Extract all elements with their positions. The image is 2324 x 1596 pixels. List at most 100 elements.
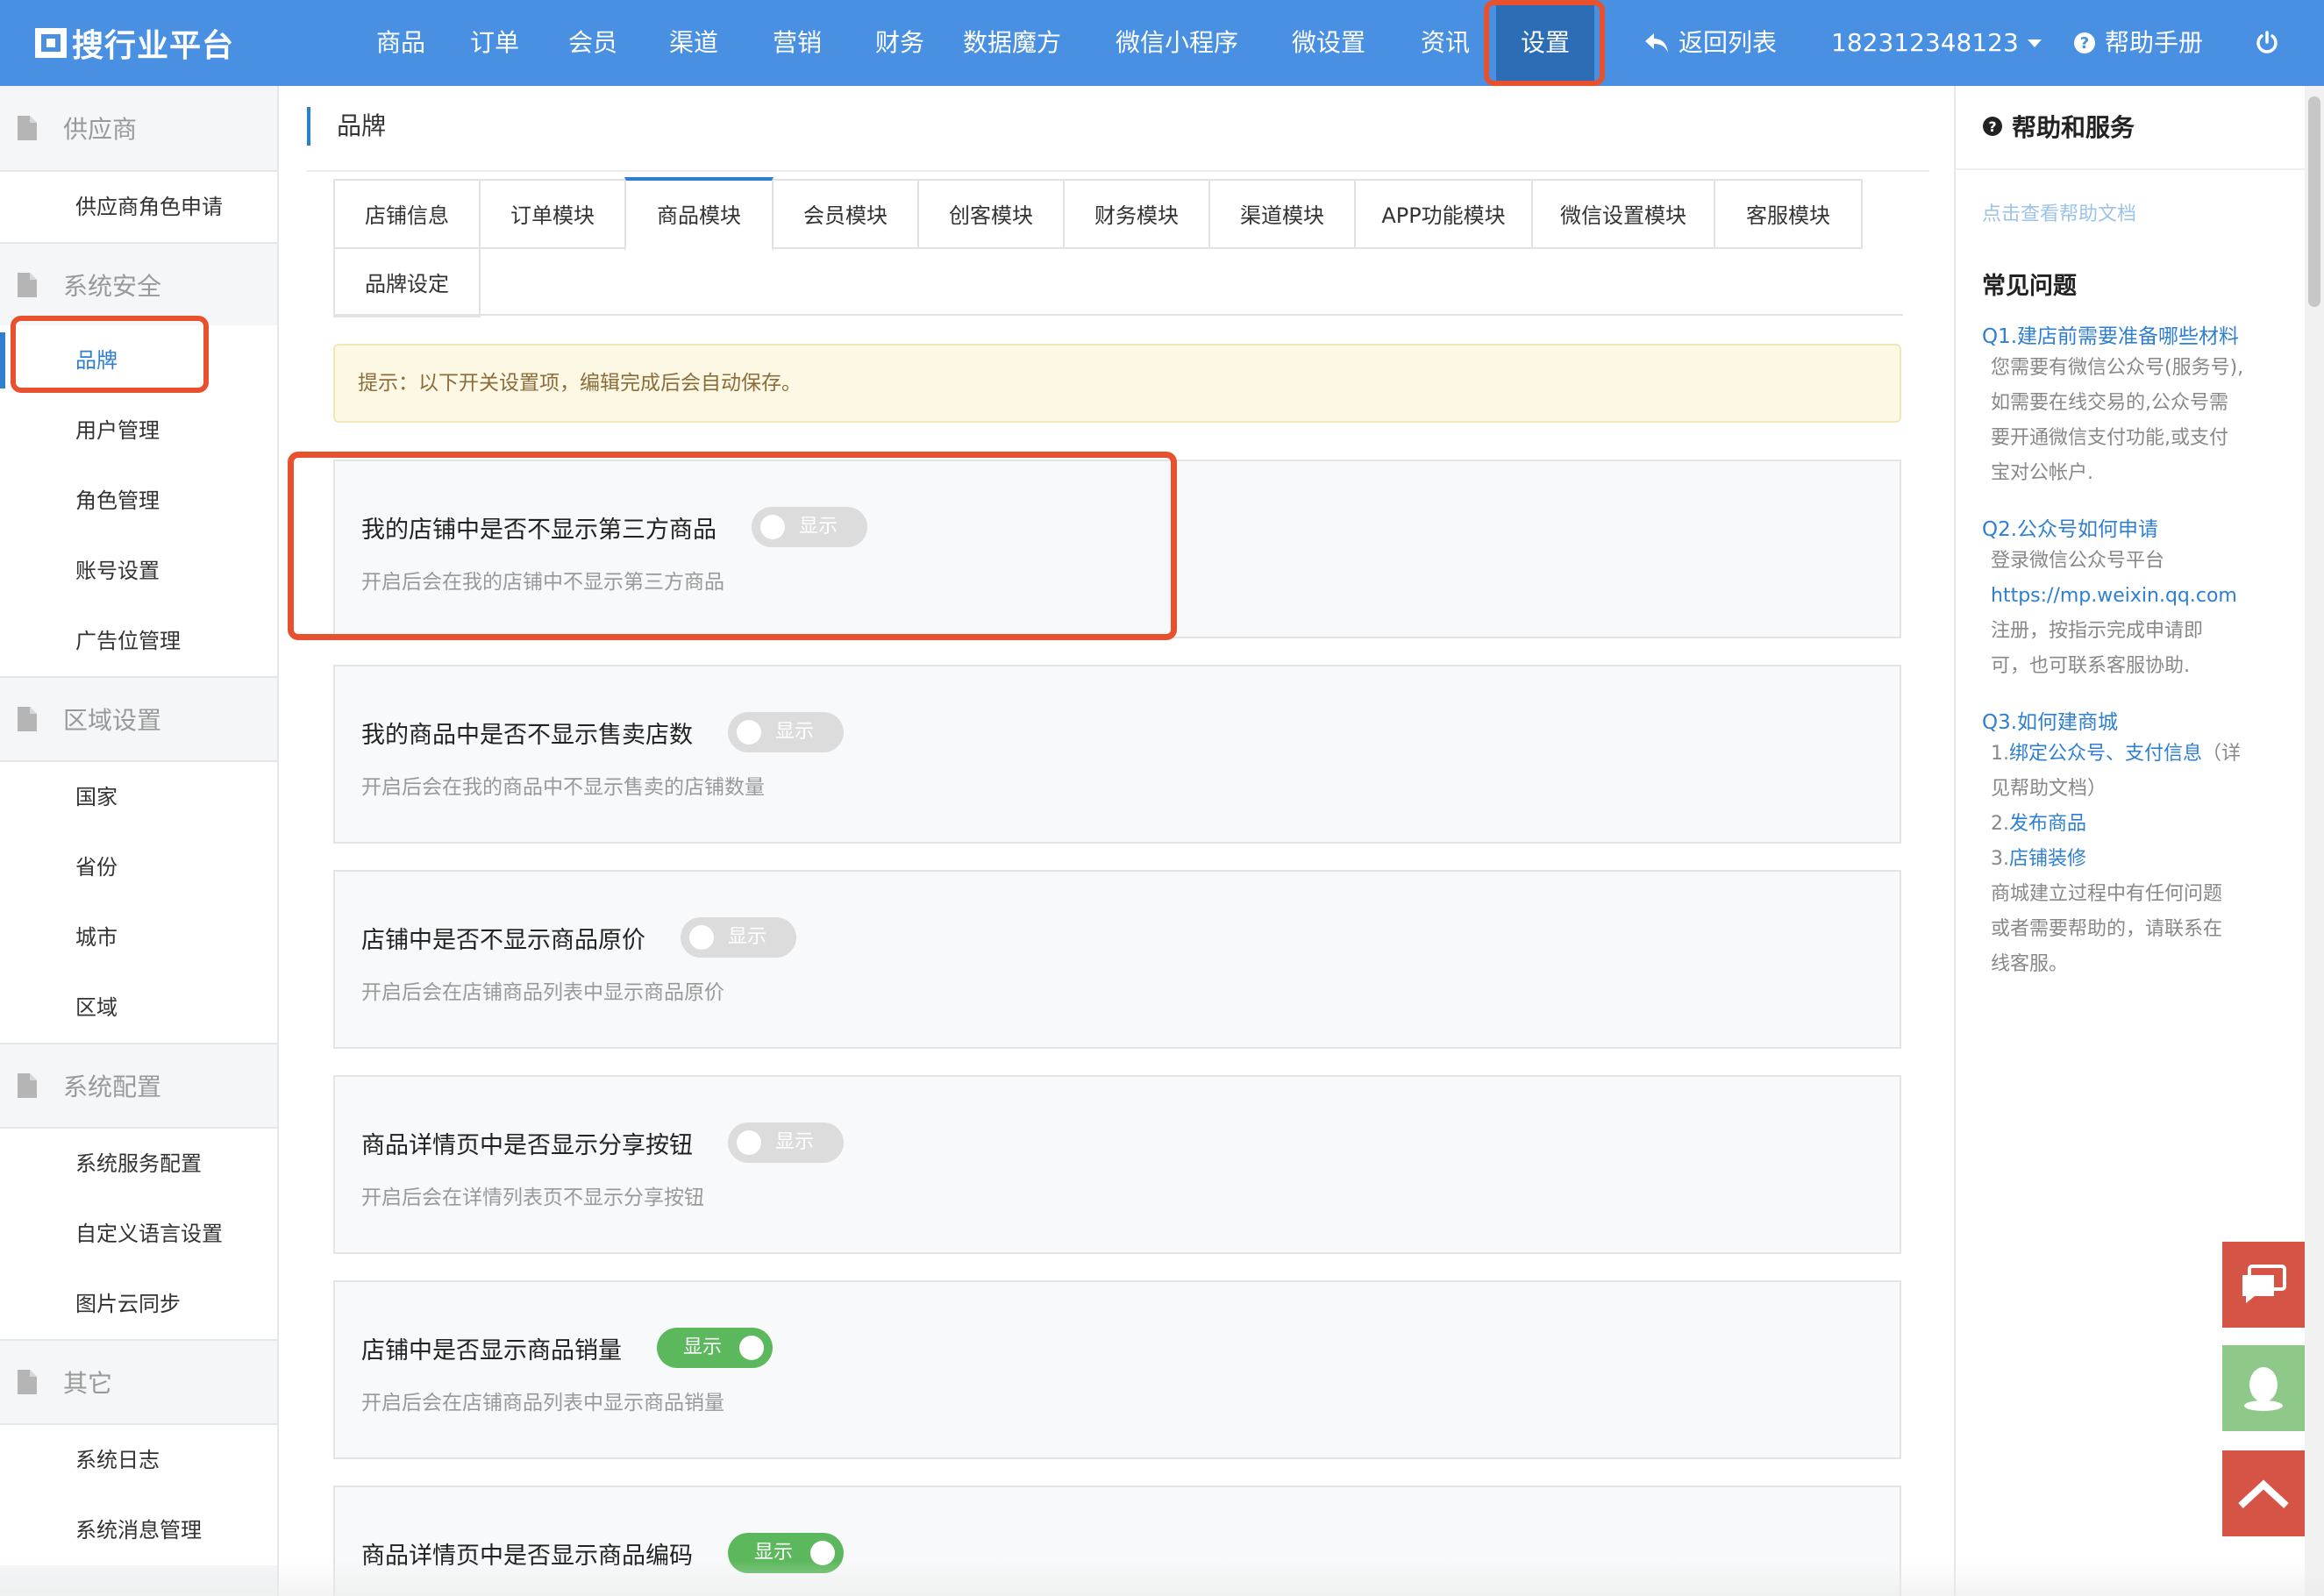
module-tabs: 店铺信息 订单模块 商品模块 会员模块 创客模块 财务模块 渠道模块 APP功能… [333, 177, 1903, 317]
faq-answer-line: 或者需要帮助的，请联系在 [1991, 918, 2223, 940]
document-icon [18, 273, 37, 297]
faq-question-3[interactable]: Q3.如何建商城 [1982, 705, 2118, 735]
setting-title: 我的商品中是否不显示售卖店数 [361, 721, 693, 749]
sidebar-section-title: 供应商 [63, 115, 138, 144]
faq-answer-line: 商城建立过程中有任何问题 [1991, 883, 2223, 905]
tab-channel-module[interactable]: 渠道模块 [1208, 179, 1356, 249]
sidebar-section-supplier[interactable]: 供应商 [0, 86, 279, 172]
sidebar-item-supplier-role-apply[interactable]: 供应商角色申请 [0, 172, 277, 242]
faq-heading: 常见问题 [1982, 273, 2077, 300]
toggle-switch[interactable]: 显示 [681, 917, 796, 958]
sidebar-item-custom-language[interactable]: 自定义语言设置 [0, 1199, 277, 1269]
toggle-label: 显示 [775, 721, 815, 743]
tab-store-info[interactable]: 店铺信息 [333, 179, 481, 249]
autosave-tip: 提示：以下开关设置项，编辑完成后会自动保存。 [333, 344, 1901, 423]
sidebar-item-image-cloud-sync[interactable]: 图片云同步 [0, 1269, 277, 1339]
top-nav-bar: 搜行业平台 商品 订单 会员 渠道 营销 财务 数据魔方 微信小程序 微设置 资… [0, 0, 2324, 86]
reply-arrow-icon [1645, 33, 1668, 53]
toggle-switch[interactable]: 显示 [728, 712, 844, 752]
tab-maker-module[interactable]: 创客模块 [917, 179, 1065, 249]
step-number: 2. [1991, 813, 2009, 835]
nav-item-micro-settings[interactable]: 微设置 [1282, 0, 1375, 86]
setting-description: 开启后会在我的商品中不显示售卖的店铺数量 [361, 776, 765, 799]
setting-title: 店铺中是否显示商品销量 [361, 1336, 622, 1364]
scrollbar-thumb[interactable] [2308, 96, 2320, 307]
nav-item-news[interactable]: 资讯 [1401, 0, 1489, 86]
tab-customer-service-module[interactable]: 客服模块 [1714, 179, 1863, 249]
divider [1956, 168, 2306, 170]
faq-answer-line: 见帮助文档） [1991, 778, 2107, 800]
sidebar-item-system-messages[interactable]: 系统消息管理 [0, 1495, 277, 1565]
sidebar-item-ad-slot-management[interactable]: 广告位管理 [0, 606, 277, 676]
setting-title: 店铺中是否不显示商品原价 [361, 926, 645, 954]
help-manual-label: 帮助手册 [2105, 28, 2204, 57]
page-title: 品牌 [307, 107, 386, 146]
sidebar-item-system-service-config[interactable]: 系统服务配置 [0, 1129, 277, 1199]
nav-item-orders[interactable]: 订单 [442, 0, 547, 86]
tab-brand-settings[interactable]: 品牌设定 [333, 247, 481, 317]
nav-item-channels[interactable]: 渠道 [645, 0, 743, 86]
step-number: 1. [1991, 743, 2009, 765]
sidebar-item-role-management[interactable]: 角色管理 [0, 466, 277, 536]
scrollbar-track[interactable] [2305, 86, 2324, 1596]
sidebar-item-country[interactable]: 国家 [0, 762, 277, 832]
faq-question-1[interactable]: Q1.建店前需要准备哪些材料 [1982, 319, 2239, 349]
sidebar-section-region-settings[interactable]: 区域设置 [0, 676, 279, 762]
faq-answer-1: 您需要有微信公众号(服务号), 如需要在线交易的,公众号需 要开通微信支付功能,… [1991, 351, 2289, 491]
toggle-knob [737, 1130, 761, 1155]
tab-finance-module[interactable]: 财务模块 [1063, 179, 1210, 249]
tab-order-module[interactable]: 订单模块 [479, 179, 626, 249]
faq-answer-line: 注册，按指示完成申请即 [1991, 620, 2204, 642]
toggle-knob [689, 925, 714, 950]
setting-title-row: 商品详情页中是否显示分享按钮 显示 [361, 1122, 844, 1163]
sidebar-item-district[interactable]: 区域 [0, 973, 277, 1043]
setting-card: 我的商品中是否不显示售卖店数 显示 开启后会在我的商品中不显示售卖的店铺数量 [333, 665, 1901, 844]
faq-question-2[interactable]: Q2.公众号如何申请 [1982, 512, 2158, 542]
setting-card: 商品详情页中是否显示分享按钮 显示 开启后会在详情列表页不显示分享按钮 [333, 1075, 1901, 1254]
help-doc-link[interactable]: 点击查看帮助文档 [1982, 198, 2136, 226]
back-to-top-button[interactable] [2222, 1450, 2305, 1536]
tab-goods-module[interactable]: 商品模块 [624, 177, 773, 251]
back-to-list-label: 返回列表 [1679, 28, 1778, 57]
qq-contact-button[interactable] [2222, 1345, 2305, 1431]
divider [307, 170, 1929, 172]
question-circle-icon: ? [1983, 117, 2002, 136]
bind-account-link[interactable]: 绑定公众号、支付信息 [2009, 743, 2202, 765]
help-panel-title: ? 帮助和服务 [1982, 109, 2135, 144]
setting-card: 店铺中是否不显示商品原价 显示 开启后会在店铺商品列表中显示商品原价 [333, 870, 1901, 1049]
toggle-label: 显示 [683, 1336, 723, 1358]
tab-app-feature-module[interactable]: APP功能模块 [1354, 179, 1533, 249]
sidebar-section-system-config[interactable]: 系统配置 [0, 1043, 279, 1129]
sidebar-item-province[interactable]: 省份 [0, 832, 277, 902]
help-manual-link[interactable]: ? 帮助手册 [2073, 0, 2203, 86]
back-to-list-link[interactable]: 返回列表 [1643, 0, 1777, 86]
app-logo[interactable]: 搜行业平台 [35, 21, 234, 65]
sidebar-item-city[interactable]: 城市 [0, 902, 277, 973]
chevron-up-icon [2238, 1479, 2289, 1508]
sidebar-item-user-management[interactable]: 用户管理 [0, 395, 277, 466]
sidebar-item-account-settings[interactable]: 账号设置 [0, 536, 277, 606]
nav-item-wechat-miniprogram[interactable]: 微信小程序 [1107, 0, 1247, 86]
nav-item-members[interactable]: 会员 [544, 0, 642, 86]
online-chat-button[interactable] [2222, 1242, 2305, 1328]
nav-item-goods[interactable]: 商品 [344, 0, 458, 86]
account-dropdown[interactable]: 182312348123 [1831, 0, 2042, 86]
toggle-switch[interactable]: 显示 [657, 1328, 773, 1368]
store-decoration-link[interactable]: 店铺装修 [2009, 848, 2086, 870]
nav-item-data-cube[interactable]: 数据魔方 [953, 0, 1071, 86]
svg-text:?: ? [2080, 34, 2089, 53]
nav-item-finance[interactable]: 财务 [851, 0, 949, 86]
sidebar-item-system-log[interactable]: 系统日志 [0, 1425, 277, 1495]
faq-answer-line: 可，也可联系客服协助. [1991, 655, 2190, 677]
tab-member-module[interactable]: 会员模块 [772, 179, 919, 249]
nav-item-marketing[interactable]: 营销 [748, 0, 846, 86]
publish-goods-link[interactable]: 发布商品 [2009, 813, 2086, 835]
tab-wechat-settings-module[interactable]: 微信设置模块 [1531, 179, 1715, 249]
setting-highlight-box [288, 452, 1177, 640]
wechat-platform-link[interactable]: https://mp.weixin.qq.com [1991, 579, 2289, 614]
faq-answer-line: 线客服。 [1991, 953, 2069, 975]
toggle-switch[interactable]: 显示 [728, 1122, 844, 1163]
logout-button[interactable] [2256, 0, 2287, 86]
setting-title-row: 店铺中是否显示商品销量 显示 [361, 1328, 773, 1368]
sidebar-section-other[interactable]: 其它 [0, 1339, 279, 1425]
